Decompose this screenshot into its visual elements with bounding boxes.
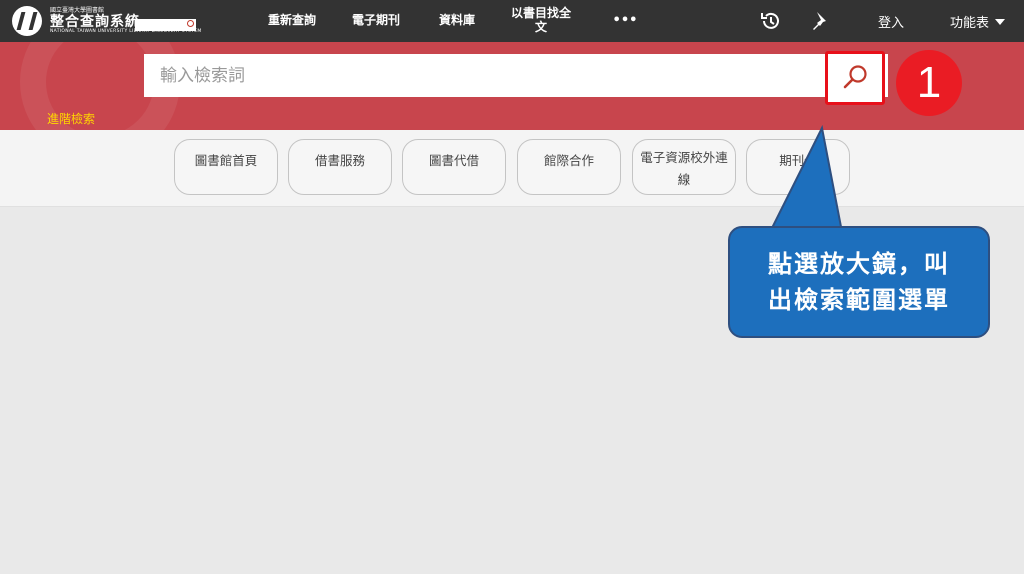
nav-new-search[interactable]: 重新查詢 [262, 0, 322, 42]
quick-link-borrowing[interactable]: 借書服務 [288, 139, 392, 195]
main-menu-button[interactable]: 功能表 [950, 12, 1006, 31]
nav-e-journals[interactable]: 電子期刊 [346, 0, 406, 42]
instruction-callout: 點選放大鏡，叫 出檢索範圍選單 [728, 226, 990, 338]
advanced-search-link[interactable]: 進階檢索 [47, 110, 95, 127]
menu-label: 功能表 [950, 16, 990, 31]
search-icon [843, 65, 867, 89]
quick-links-bar: 圖書館首頁 借書服務 圖書代借 館際合作 電子資源校外連線 期刊代 [0, 130, 1024, 207]
login-link[interactable]: 登入 [878, 12, 904, 31]
callout-line-2: 出檢索範圍選單 [768, 286, 950, 314]
search-button[interactable] [825, 51, 885, 105]
logo-library-name: 國立臺灣大學圖書館 [50, 6, 105, 14]
top-navigation-bar: 國立臺灣大學圖書館 整合查詢系統 NATIONAL TAIWAN UNIVERS… [0, 0, 1024, 42]
callout-line-1: 點選放大鏡，叫 [768, 250, 950, 278]
quick-link-interlibrary[interactable]: 館際合作 [517, 139, 621, 195]
quick-link-proxy-borrowing[interactable]: 圖書代借 [402, 139, 506, 195]
quick-link-library-home[interactable]: 圖書館首頁 [174, 139, 278, 195]
logo-search-icon [187, 19, 194, 27]
caret-down-icon [995, 18, 1006, 25]
search-input[interactable] [144, 54, 888, 97]
search-band: 1 進階檢索 [0, 42, 1024, 130]
logo-text: 國立臺灣大學圖書館 整合查詢系統 NATIONAL TAIWAN UNIVERS… [50, 6, 202, 35]
nav-more[interactable]: ••• [608, 0, 642, 42]
step-number-badge: 1 [896, 50, 962, 116]
pin-icon[interactable] [808, 9, 832, 33]
library-logo[interactable]: 國立臺灣大學圖書館 整合查詢系統 NATIONAL TAIWAN UNIVERS… [12, 5, 202, 37]
ntu-logo-icon [12, 6, 42, 36]
history-icon[interactable] [759, 9, 783, 33]
quick-link-remote-access[interactable]: 電子資源校外連線 [632, 139, 736, 195]
nav-databases[interactable]: 資料庫 [432, 0, 482, 42]
quick-link-journal-delivery[interactable]: 期刊代 [746, 139, 850, 195]
logo-search-box [135, 18, 196, 31]
nav-citation-linker[interactable]: 以書目找全文 [508, 0, 574, 42]
